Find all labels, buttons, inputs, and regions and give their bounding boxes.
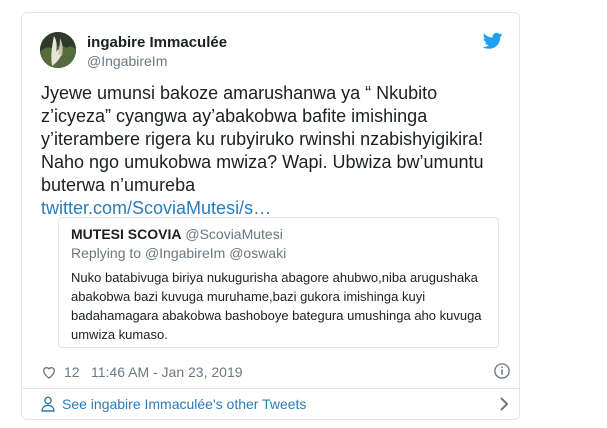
tweet-card: ingabire Immaculée @IngabireIm Jyewe umu… [21,12,520,420]
avatar[interactable] [40,32,76,68]
tweet-link[interactable]: twitter.com/ScoviaMutesi/s… [41,198,271,218]
quoted-author-handle: @ScoviaMutesi [185,226,283,242]
quoted-tweet[interactable]: MUTESI SCOVIA @ScoviaMutesi Replying to … [58,217,499,348]
quoted-replying-to: Replying to @IngabireIm @oswaki [71,245,286,261]
info-icon[interactable] [493,362,511,380]
see-other-tweets-link[interactable]: See ingabire Immaculée's other Tweets [62,396,306,412]
see-more-row[interactable]: See ingabire Immaculée's other Tweets [41,394,511,416]
divider [22,388,519,389]
author-handle[interactable]: @IngabireIm [87,53,167,69]
heart-icon[interactable] [41,364,57,380]
like-count[interactable]: 12 [64,364,80,380]
mention-oswaki[interactable]: @oswaki [229,245,286,261]
mention-ingabireim[interactable]: @IngabireIm [145,245,225,261]
tweet-body: Jyewe umunsi bakoze amarushanwa ya “ Nku… [41,83,484,195]
tweet-text: Jyewe umunsi bakoze amarushanwa ya “ Nku… [41,82,511,220]
quoted-author-name: MUTESI SCOVIA [71,226,182,242]
quoted-text: Nuko batabivuga biriya nukugurisha abago… [71,270,482,342]
quoted-header: MUTESI SCOVIA @ScoviaMutesi [71,226,283,242]
tweet-header: ingabire Immaculée @IngabireIm [40,32,505,76]
author-name[interactable]: ingabire Immaculée [87,34,227,51]
twitter-bird-icon[interactable] [483,32,503,50]
chevron-right-icon[interactable] [497,396,511,412]
tweet-meta: 12 11:46 AM - Jan 23, 2019 [41,362,511,382]
tweet-timestamp[interactable]: 11:46 AM - Jan 23, 2019 [91,364,243,380]
replying-label: Replying to [71,245,142,261]
person-icon [41,396,55,412]
